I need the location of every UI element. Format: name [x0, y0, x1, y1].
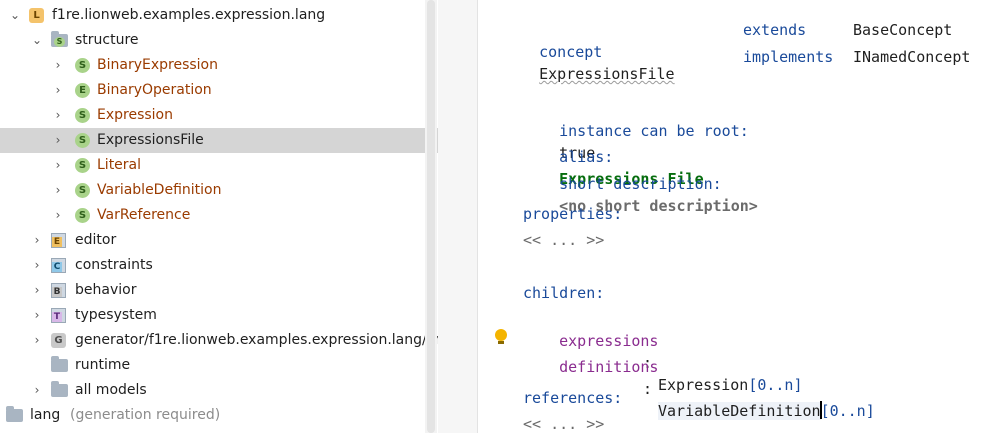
tree-node-label: structure	[75, 32, 139, 48]
behavior-aspect-icon: B	[51, 283, 66, 298]
tree-node-label: constraints	[75, 257, 153, 273]
child-link-target-wrap: Expression[0..n]	[658, 374, 803, 396]
chevron-right-icon[interactable]: ›	[29, 303, 45, 328]
chevron-right-icon[interactable]: ›	[50, 103, 66, 128]
tree-node-generator[interactable]: › G generator/f1re.lionweb.examples.expr…	[0, 328, 438, 353]
tree-node-runtime[interactable]: runtime	[0, 353, 438, 378]
tree-node-label: ExpressionsFile	[97, 132, 204, 148]
tree-node-label: runtime	[75, 357, 131, 373]
tree-node-note: (generation required)	[70, 407, 221, 423]
concept-keyword: concept	[539, 43, 603, 61]
properties-placeholder[interactable]: << ... >>	[523, 229, 604, 251]
chevron-right-icon[interactable]: ›	[29, 253, 45, 278]
tree-node-label: generator/f1re.lionweb.examples.expressi…	[75, 332, 438, 348]
tree-node-concept[interactable]: › E BinaryOperation	[0, 78, 438, 103]
chevron-right-icon[interactable]: ›	[29, 228, 45, 253]
concept-icon: S	[75, 158, 90, 173]
child-link-cardinality[interactable]: [0..n]	[821, 402, 875, 420]
short-description-line: short description: <no short description…	[523, 151, 758, 215]
tree-node-concept[interactable]: › S VariableDefinition	[0, 178, 438, 203]
folder-icon	[6, 406, 23, 422]
properties-label: properties:	[523, 205, 623, 223]
tree-node-label: typesystem	[75, 307, 157, 323]
chevron-right-icon[interactable]: ›	[50, 53, 66, 78]
folder-icon	[51, 356, 68, 372]
folder-icon	[51, 381, 68, 397]
concept-icon: S	[75, 108, 90, 123]
chevron-right-icon[interactable]: ›	[50, 203, 66, 228]
tree-node-label: BinaryExpression	[97, 57, 218, 73]
references-placeholder[interactable]: << ... >>	[523, 413, 604, 435]
child-link-target-wrap: VariableDefinition[0..n]	[658, 400, 875, 422]
short-description-label: short description:	[559, 175, 722, 193]
tree-node-aspect-editor[interactable]: › E editor	[0, 228, 438, 253]
child-link-target[interactable]: Expression	[658, 376, 748, 394]
tree-node-concept[interactable]: › S Literal	[0, 153, 438, 178]
chevron-right-icon[interactable]: ›	[29, 378, 45, 403]
project-tree: ⌄ L f1re.lionweb.examples.expression.lan…	[0, 0, 438, 433]
chevron-right-icon[interactable]: ›	[29, 328, 45, 353]
tree-node-label: editor	[75, 232, 117, 248]
tree-node-aspect-typesystem[interactable]: › T typesystem	[0, 303, 438, 328]
intention-lightbulb-icon[interactable]	[494, 329, 508, 345]
tree-node-label: VariableDefinition	[97, 182, 222, 198]
tree-node-concept[interactable]: › S Expression	[0, 103, 438, 128]
child-link-separator: :	[643, 380, 653, 398]
concept-header-line: concept ExpressionsFile	[503, 19, 674, 83]
typesystem-aspect-icon: T	[51, 308, 66, 323]
concept-icon: S	[75, 208, 90, 223]
tree-node-label: Literal	[97, 157, 142, 173]
chevron-right-icon[interactable]: ›	[29, 278, 45, 303]
tree-node-aspect-behavior[interactable]: › B behavior	[0, 278, 438, 303]
chevron-right-icon[interactable]: ›	[50, 178, 66, 203]
children-label: children:	[523, 284, 605, 302]
tree-node-label: VarReference	[97, 207, 191, 223]
generator-icon: G	[51, 333, 66, 348]
constraints-aspect-icon: C	[51, 258, 66, 273]
tree-node-lang[interactable]: lang (generation required)	[0, 403, 438, 428]
references-label: references:	[523, 389, 623, 407]
tree-scrollbar[interactable]	[425, 0, 437, 433]
structure-aspect-icon: S	[51, 31, 68, 47]
tree-node-concept[interactable]: › S VarReference	[0, 203, 438, 228]
chevron-right-icon[interactable]: ›	[50, 78, 66, 103]
tree-node-label: BinaryOperation	[97, 82, 212, 98]
extends-value[interactable]: BaseConcept	[853, 19, 952, 41]
concept-icon: S	[75, 183, 90, 198]
chevron-right-icon[interactable]: ›	[50, 153, 66, 178]
instance-can-be-root-line: instance can be root: true	[523, 98, 749, 162]
child-link-row: expressions : Expression[0..n]	[523, 308, 802, 394]
concept-icon: S	[75, 58, 90, 73]
tree-node-label: all models	[75, 382, 147, 398]
language-icon: L	[29, 8, 44, 23]
concept-name[interactable]: ExpressionsFile	[539, 65, 674, 83]
chevron-right-icon[interactable]: ›	[50, 128, 66, 153]
concept-editor[interactable]: concept ExpressionsFile extends BaseConc…	[478, 0, 1006, 433]
implements-value[interactable]: INamedConcept	[853, 46, 970, 68]
editor-gutter	[438, 0, 478, 433]
tree-node-language[interactable]: ⌄ L f1re.lionweb.examples.expression.lan…	[0, 3, 438, 28]
child-link-target[interactable]: VariableDefinition	[658, 402, 821, 420]
chevron-down-icon[interactable]: ⌄	[7, 3, 23, 28]
child-link-cardinality[interactable]: [0..n]	[748, 376, 802, 394]
tree-node-aspect-constraints[interactable]: › C constraints	[0, 253, 438, 278]
tree-node-label: behavior	[75, 282, 137, 298]
enum-icon: E	[75, 83, 90, 98]
tree-node-label: Expression	[97, 107, 173, 123]
child-link-name[interactable]: definitions	[559, 358, 658, 376]
concept-icon: S	[75, 133, 90, 148]
chevron-down-icon[interactable]: ⌄	[29, 28, 45, 53]
extends-keyword: extends	[743, 21, 807, 39]
tree-node-concept-selected[interactable]: › S ExpressionsFile	[0, 128, 438, 153]
tree-node-all-models[interactable]: › all models	[0, 378, 438, 403]
implements-keyword: implements	[743, 48, 834, 66]
child-link-row: definitions : VariableDefinition[0..n]	[523, 334, 875, 420]
tree-node-concept[interactable]: › S BinaryExpression	[0, 53, 438, 78]
alias-line: alias: Expressions File	[523, 124, 704, 188]
editor-aspect-icon: E	[51, 233, 66, 248]
tree-scrollbar-thumb[interactable]	[427, 0, 435, 433]
tree-node-label: f1re.lionweb.examples.expression.lang	[52, 7, 326, 23]
tree-node-label: lang	[30, 407, 61, 423]
tree-node-structure[interactable]: ⌄ S structure	[0, 28, 438, 53]
